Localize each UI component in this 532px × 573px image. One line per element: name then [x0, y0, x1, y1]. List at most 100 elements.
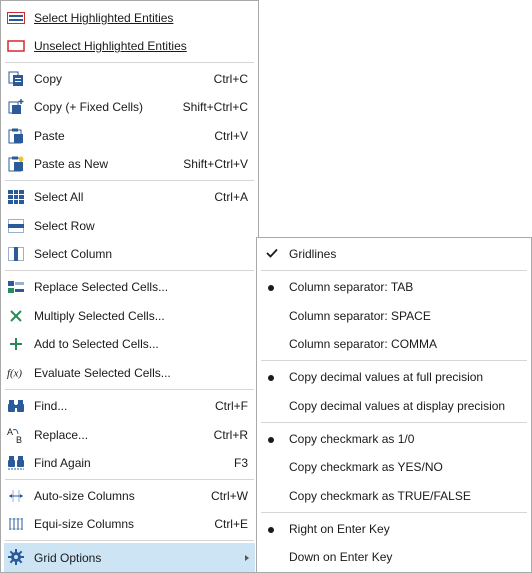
svg-text:f(x): f(x)	[7, 368, 22, 380]
menu-item-find-again[interactable]: Find Again F3	[1, 449, 258, 477]
grid-options-submenu: Gridlines Column separator: TAB Column s…	[256, 237, 532, 573]
menu-item-grid-options[interactable]: Grid Options	[4, 543, 255, 572]
menu-item-unselect-highlighted[interactable]: Unselect Highlighted Entities	[1, 32, 258, 60]
multiply-icon	[7, 308, 25, 324]
menu-label: Grid Options	[34, 550, 102, 565]
menu-item-select-all[interactable]: Select All Ctrl+A	[1, 183, 258, 211]
radio-bullet-icon	[266, 280, 276, 294]
menu-item-checkmark-yesno[interactable]: Copy checkmark as YES/NO	[257, 453, 531, 481]
menu-item-down-on-enter[interactable]: Down on Enter Key	[257, 543, 531, 571]
menu-item-add-cells[interactable]: Add to Selected Cells...	[1, 330, 258, 358]
menu-label: Gridlines	[289, 247, 337, 261]
menu-label: Multiply Selected Cells...	[34, 309, 165, 323]
menu-label: Auto-size Columns	[34, 489, 135, 503]
menu-item-checkmark-10[interactable]: Copy checkmark as 1/0	[257, 425, 531, 453]
menu-shortcut: Ctrl+C	[213, 72, 248, 86]
menu-label: Copy checkmark as 1/0	[289, 432, 415, 446]
radio-bullet-icon	[266, 370, 276, 384]
menu-shortcut: F3	[233, 456, 248, 470]
add-icon	[7, 336, 25, 352]
menu-label: Copy checkmark as TRUE/FALSE	[289, 489, 471, 503]
menu-item-autosize[interactable]: Auto-size Columns Ctrl+W	[1, 482, 258, 510]
menu-item-separator-tab[interactable]: Column separator: TAB	[257, 273, 531, 301]
menu-item-replace-cells[interactable]: Replace Selected Cells...	[1, 273, 258, 301]
menu-label: Copy	[34, 72, 63, 86]
find-again-icon	[7, 455, 25, 471]
function-icon: f(x)	[7, 365, 25, 381]
menu-shortcut: Shift+Ctrl+C	[182, 100, 248, 114]
replace-icon: AB	[7, 427, 25, 444]
menu-shortcut: Ctrl+W	[211, 489, 248, 503]
menu-label: Column separator: COMMA	[289, 337, 438, 351]
menu-label: Evaluate Selected Cells...	[34, 366, 171, 380]
menu-label: Right on Enter Key	[289, 522, 390, 536]
menu-label: Select Column	[34, 247, 113, 261]
menu-shortcut: Ctrl+E	[214, 517, 248, 531]
select-all-icon	[7, 189, 25, 205]
menu-shortcut: Ctrl+F	[215, 399, 248, 413]
radio-bullet-icon	[266, 522, 276, 536]
menu-shortcut: Ctrl+A	[214, 190, 248, 204]
menu-label: Paste	[34, 129, 65, 143]
binoculars-icon	[7, 398, 25, 414]
menu-label: Select Row	[34, 219, 95, 233]
menu-label: Copy (+ Fixed Cells)	[34, 100, 144, 114]
separator	[5, 270, 254, 271]
menu-label: Column separator: SPACE	[289, 309, 431, 323]
menu-label: Unselect Highlighted Entities	[34, 39, 187, 53]
menu-item-find[interactable]: Find... Ctrl+F	[1, 392, 258, 420]
menu-item-checkmark-truefalse[interactable]: Copy checkmark as TRUE/FALSE	[257, 482, 531, 510]
select-highlighted-icon	[7, 10, 25, 26]
separator	[261, 512, 527, 513]
menu-label: Select Highlighted Entities	[34, 11, 174, 25]
menu-item-select-row[interactable]: Select Row	[1, 212, 258, 240]
menu-item-right-on-enter[interactable]: Right on Enter Key	[257, 515, 531, 543]
menu-item-paste-new[interactable]: Paste as New Shift+Ctrl+V	[1, 150, 258, 178]
replace-cells-icon	[7, 279, 25, 295]
autosize-columns-icon	[7, 488, 25, 504]
select-column-icon	[7, 246, 25, 262]
separator	[261, 360, 527, 361]
menu-item-copy-fixed[interactable]: Copy (+ Fixed Cells) Shift+Ctrl+C	[1, 93, 258, 121]
menu-label: Equi-size Columns	[34, 517, 135, 531]
menu-item-separator-comma[interactable]: Column separator: COMMA	[257, 330, 531, 358]
menu-item-display-precision[interactable]: Copy decimal values at display precision	[257, 392, 531, 420]
gear-icon	[7, 549, 25, 565]
svg-text:B: B	[16, 435, 22, 444]
menu-label: Find Again	[34, 456, 91, 470]
menu-label: Down on Enter Key	[289, 550, 393, 564]
menu-item-gridlines[interactable]: Gridlines	[257, 240, 531, 268]
paste-new-icon	[7, 156, 25, 172]
separator	[5, 180, 254, 181]
copy-fixed-icon	[7, 99, 25, 115]
unselect-highlighted-icon	[7, 38, 25, 54]
menu-item-select-column[interactable]: Select Column	[1, 240, 258, 268]
menu-item-copy[interactable]: Copy Ctrl+C	[1, 65, 258, 93]
menu-item-equisize[interactable]: Equi-size Columns Ctrl+E	[1, 510, 258, 538]
menu-item-replace[interactable]: AB Replace... Ctrl+R	[1, 421, 258, 449]
menu-shortcut: Ctrl+V	[214, 129, 248, 143]
menu-shortcut: Ctrl+R	[213, 428, 248, 442]
menu-label: Select All	[34, 190, 84, 204]
menu-item-select-highlighted[interactable]: Select Highlighted Entities	[1, 4, 258, 32]
menu-label: Copy decimal values at display precision	[289, 399, 506, 413]
menu-shortcut: Shift+Ctrl+V	[183, 157, 248, 171]
menu-item-evaluate-cells[interactable]: f(x) Evaluate Selected Cells...	[1, 359, 258, 387]
menu-item-multiply-cells[interactable]: Multiply Selected Cells...	[1, 302, 258, 330]
separator	[261, 422, 527, 423]
menu-label: Add to Selected Cells...	[34, 337, 159, 351]
radio-bullet-icon	[266, 432, 276, 446]
equisize-columns-icon	[7, 516, 25, 532]
menu-label: Copy checkmark as YES/NO	[289, 460, 443, 474]
menu-label: Replace...	[34, 428, 89, 442]
separator	[261, 270, 527, 271]
menu-item-paste[interactable]: Paste Ctrl+V	[1, 122, 258, 150]
menu-label: Copy decimal values at full precision	[289, 370, 484, 384]
menu-item-full-precision[interactable]: Copy decimal values at full precision	[257, 363, 531, 391]
select-row-icon	[7, 218, 25, 234]
separator	[5, 62, 254, 63]
menu-label: Find...	[34, 399, 68, 413]
menu-label: Column separator: TAB	[289, 280, 414, 294]
menu-item-separator-space[interactable]: Column separator: SPACE	[257, 302, 531, 330]
copy-icon	[7, 71, 25, 87]
